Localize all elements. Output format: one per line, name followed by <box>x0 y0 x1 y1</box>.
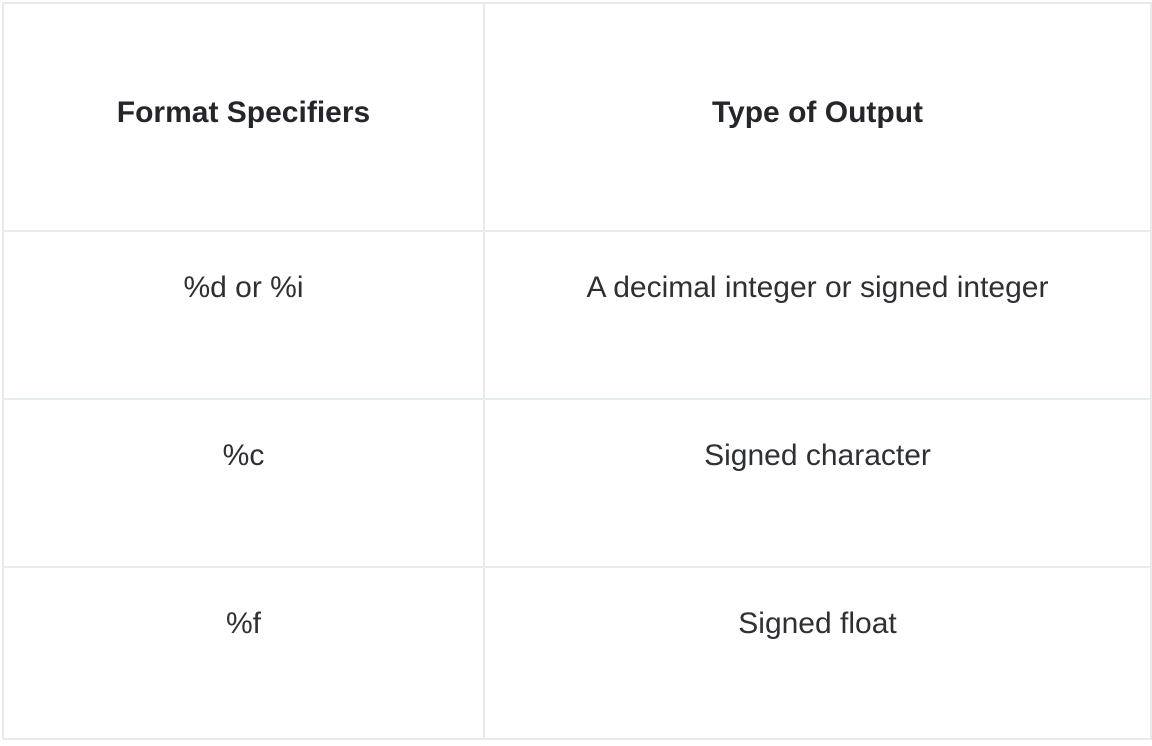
cell-text: %c <box>222 439 265 472</box>
table-row: %f Signed float <box>2 566 1152 740</box>
header-type-of-output: Type of Output <box>483 2 1152 232</box>
header-label: Type of Output <box>711 96 924 129</box>
format-specifier-cell: %f <box>2 566 485 740</box>
cell-text: A decimal integer or signed integer <box>586 271 1049 304</box>
table-header-row: Format Specifiers Type of Output <box>2 2 1152 232</box>
cell-text: %f <box>225 607 261 640</box>
header-label: Format Specifiers <box>116 96 371 129</box>
table-row: %d or %i A decimal integer or signed int… <box>2 230 1152 400</box>
cell-text: Signed float <box>738 607 897 640</box>
format-specifier-cell: %d or %i <box>2 230 485 400</box>
output-type-cell: Signed character <box>483 398 1152 568</box>
header-format-specifiers: Format Specifiers <box>2 2 485 232</box>
cell-text: %d or %i <box>183 271 304 304</box>
table-row: %c Signed character <box>2 398 1152 568</box>
output-type-cell: Signed float <box>483 566 1152 740</box>
cell-text: Signed character <box>704 439 931 472</box>
format-specifier-cell: %c <box>2 398 485 568</box>
format-specifiers-table: Format Specifiers Type of Output %d or %… <box>2 2 1152 740</box>
output-type-cell: A decimal integer or signed integer <box>483 230 1152 400</box>
